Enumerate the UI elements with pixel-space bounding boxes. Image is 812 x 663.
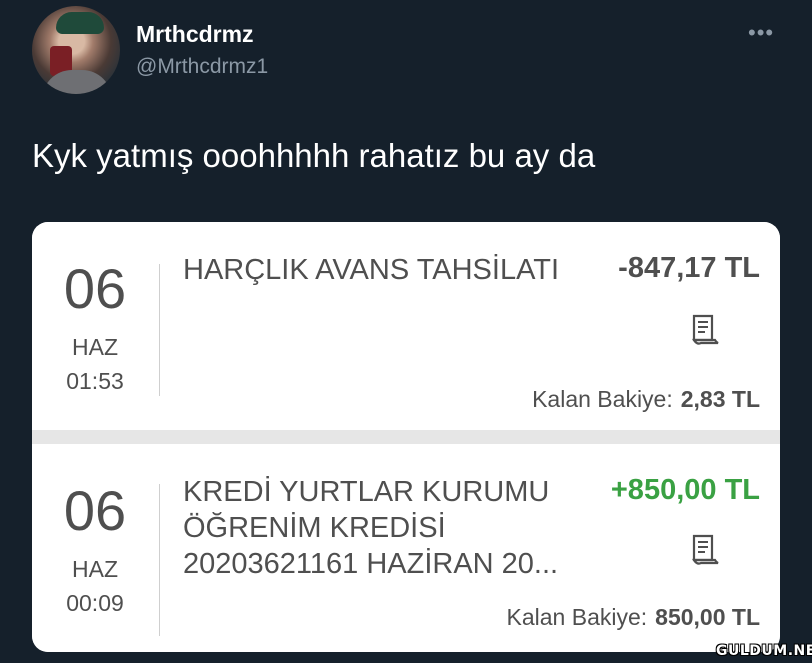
transaction-row: 06 HAZ 00:09 KREDİ YURTLAR KURUMU ÖĞRENİ… <box>32 444 780 652</box>
divider <box>159 484 160 636</box>
transaction-month: HAZ <box>72 334 118 360</box>
transaction-day: 06 <box>63 257 127 320</box>
receipt-icon[interactable] <box>687 532 723 568</box>
balance-value: 850,00 TL <box>655 604 760 630</box>
attached-image[interactable]: 06 HAZ 01:53 HARÇLIK AVANS TAHSİLATI -84… <box>32 222 780 652</box>
avatar[interactable] <box>32 6 120 94</box>
receipt-icon[interactable] <box>687 312 723 348</box>
transaction-title: KREDİ YURTLAR KURUMU ÖĞRENİM KREDİSİ 202… <box>183 474 558 582</box>
more-options-icon[interactable]: ••• <box>748 20 774 46</box>
tweet-text: Kyk yatmış ooohhhhh rahatız bu ay da <box>32 137 596 174</box>
divider <box>159 264 160 396</box>
balance-value: 2,83 TL <box>680 386 760 412</box>
transaction-title: HARÇLIK AVANS TAHSİLATI <box>183 252 559 288</box>
transaction-amount: -847,17 TL <box>618 252 760 284</box>
title-line: KREDİ YURTLAR KURUMU <box>183 476 550 508</box>
avatar-hat <box>56 12 104 34</box>
transaction-day: 06 <box>63 479 127 542</box>
transaction-month: HAZ <box>72 556 118 582</box>
transaction-amount: +850,00 TL <box>610 474 760 506</box>
balance-label: Kalan Bakiye: <box>532 386 673 412</box>
balance-label: Kalan Bakiye: <box>506 604 648 630</box>
user-handle[interactable]: @Mrthcdrmz1 <box>136 55 268 79</box>
remaining-balance: Kalan Bakiye: 850,00 TL <box>507 604 760 631</box>
title-line: ÖĞRENİM KREDİSİ <box>183 512 446 544</box>
title-line: HARÇLIK AVANS TAHSİLATI <box>183 254 560 286</box>
transaction-time: 00:09 <box>66 590 124 616</box>
site-watermark: GULDUM.NET <box>716 643 812 659</box>
remaining-balance: Kalan Bakiye: 2,83 TL <box>532 386 760 413</box>
title-line: 20203621161 HAZİRAN 20... <box>183 548 559 580</box>
transaction-time: 01:53 <box>66 368 124 394</box>
display-name[interactable]: Mrthcdrmz <box>136 21 254 48</box>
transaction-row: 06 HAZ 01:53 HARÇLIK AVANS TAHSİLATI -84… <box>32 222 780 430</box>
